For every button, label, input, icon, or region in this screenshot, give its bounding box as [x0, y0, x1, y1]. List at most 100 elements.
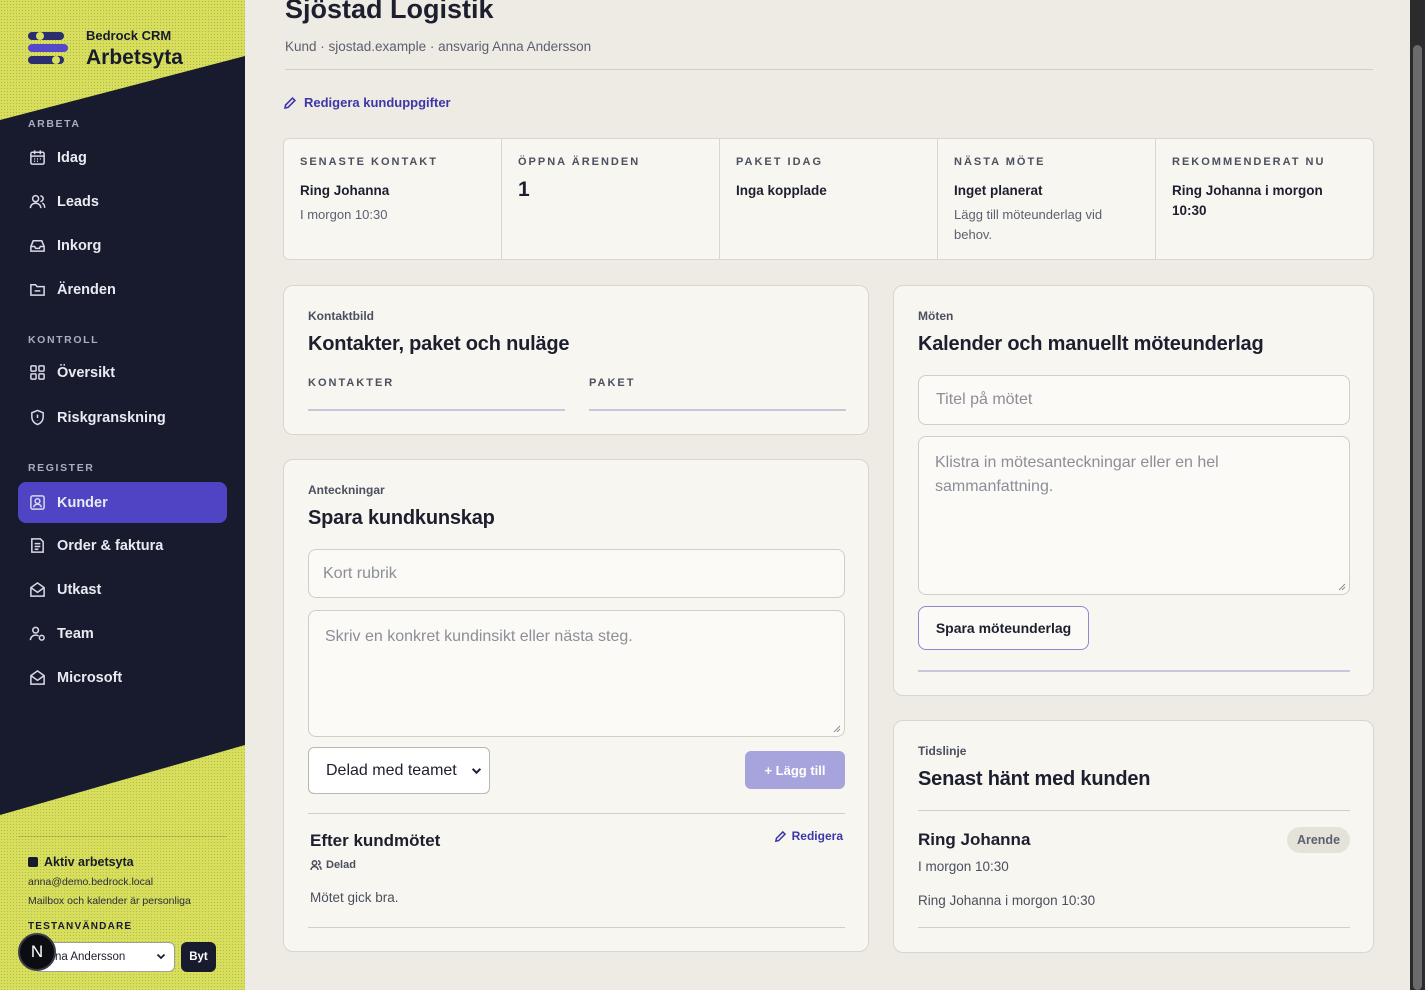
sidebar-item-label: Microsoft — [57, 669, 123, 686]
test-users-label: TESTANVÄNDARE — [28, 921, 133, 932]
note-heading-input[interactable]: Kort rubrik — [308, 549, 845, 598]
timeline-card: Tidslinje Senast hänt med kunden Ring Jo… — [893, 720, 1374, 953]
stat-value: Ring Johanna — [300, 183, 390, 198]
edit-customer-link[interactable]: Redigera kunduppgifter — [283, 95, 451, 110]
note-tag-label: Delad — [326, 859, 356, 871]
notes-bottom-divider — [308, 927, 845, 928]
card-eyebrow: Tidslinje — [918, 744, 967, 758]
sidebar-item-microsoft[interactable]: Microsoft — [18, 657, 227, 698]
sidebar-item-kunder[interactable]: Kunder — [18, 482, 227, 523]
brand-subtitle: Bedrock CRM — [86, 28, 172, 43]
sidebar-item-riskgranskning[interactable]: Riskgranskning — [18, 397, 227, 438]
meeting-notes-placeholder: Klistra in mötesanteckningar eller en he… — [935, 454, 1219, 495]
sidebar-item-label: Utkast — [57, 581, 102, 598]
document-icon — [31, 538, 44, 553]
contacts-column-header: KONTAKTER — [308, 377, 395, 389]
notes-card: Anteckningar Spara kundkunskap Kort rubr… — [283, 459, 869, 952]
summary-stats: SENASTE KONTAKT Ring Johanna I morgon 10… — [283, 138, 1374, 260]
card-title: Kalender och manuellt möteunderlag — [918, 333, 1264, 355]
card-title: Spara kundkunskap — [308, 507, 495, 529]
page-title: Sjöstad Logistik — [285, 0, 494, 24]
workspace-email: anna@demo.bedrock.local — [28, 876, 154, 888]
stat-value: Inget planerat — [954, 183, 1043, 198]
stat-packages-today: PAKET IDAG Inga kopplade — [720, 139, 938, 259]
pencil-icon — [774, 830, 786, 842]
note-body: Mötet gick bra. — [310, 890, 399, 905]
stat-label: REKOMMENDERAT NU — [1172, 156, 1326, 168]
resize-handle-icon[interactable] — [832, 724, 841, 733]
stat-note: Lägg till möteunderlag vid behov. — [954, 207, 1103, 242]
scrollbar-thumb[interactable] — [1413, 45, 1422, 990]
stat-open-cases: ÖPPNA ÄRENDEN 1 — [502, 139, 720, 259]
stat-recommended: REKOMMENDERAT NU Ring Johanna i morgon 1… — [1156, 139, 1373, 259]
users-icon — [29, 194, 46, 209]
stat-label: ÖPPNA ÄRENDEN — [518, 156, 641, 168]
edit-note-link[interactable]: Redigera — [774, 829, 843, 843]
notes-divider — [308, 813, 845, 814]
timeline-item-title: Ring Johanna — [918, 830, 1031, 849]
card-eyebrow: Möten — [918, 309, 954, 323]
nav-section-arbeta: ARBETA — [28, 118, 81, 130]
card-eyebrow: Kontaktbild — [308, 309, 374, 323]
visibility-select[interactable]: Delad med teamet — [308, 747, 490, 794]
sidebar-item-idag[interactable]: Idag — [18, 137, 227, 178]
workspace-square-icon — [28, 857, 38, 867]
brand-title: Arbetsyta — [86, 46, 183, 69]
contact-card-icon — [30, 495, 45, 510]
packages-column-divider — [589, 409, 846, 411]
visibility-value: Delad med teamet — [326, 761, 457, 779]
sidebar-item-label: Order & faktura — [57, 537, 164, 554]
sidebar-item-arenden[interactable]: Ärenden — [18, 269, 227, 310]
stat-value: Inga kopplade — [736, 183, 827, 198]
stat-value: Ring Johanna i morgon 10:30 — [1172, 183, 1323, 218]
add-note-button[interactable]: + Lägg till — [745, 751, 845, 789]
meeting-title-input[interactable]: Titel på mötet — [918, 375, 1350, 425]
page-subtitle: Kund · sjostad.example · ansvarig Anna A… — [285, 39, 592, 54]
note-body-placeholder: Skriv en konkret kundinsikt eller nästa … — [325, 628, 633, 645]
inbox-icon — [30, 240, 45, 252]
sidebar-item-order-faktura[interactable]: Order & faktura — [18, 525, 227, 566]
sidebar-divider — [18, 836, 227, 837]
brand[interactable]: Bedrock CRM Arbetsyta — [28, 28, 183, 70]
page-scrollbar[interactable] — [1410, 0, 1425, 990]
timeline-item-description: Ring Johanna i morgon 10:30 — [918, 893, 1096, 908]
active-workspace: Aktiv arbetsyta — [28, 855, 134, 869]
pencil-icon — [283, 96, 297, 109]
timeline-divider — [918, 810, 1350, 811]
sidebar-item-label: Leads — [57, 193, 99, 210]
nav-section-register: REGISTER — [28, 462, 95, 474]
timeline-bottom-divider — [918, 927, 1350, 928]
user-initial-badge[interactable]: N — [18, 933, 56, 971]
edit-customer-label: Redigera kunduppgifter — [304, 95, 451, 110]
card-eyebrow: Anteckningar — [308, 483, 385, 497]
save-meeting-button[interactable]: Spara möteunderlag — [918, 606, 1089, 650]
meeting-notes-textarea[interactable]: Klistra in mötesanteckningar eller en he… — [918, 436, 1350, 595]
sidebar-item-leads[interactable]: Leads — [18, 181, 227, 222]
sidebar-item-label: Inkorg — [57, 237, 102, 254]
sidebar-item-label: Ärenden — [57, 281, 116, 298]
sidebar-item-label: Idag — [57, 149, 87, 166]
sidebar-item-oversikt[interactable]: Översikt — [18, 352, 227, 393]
shield-icon — [31, 409, 44, 426]
chevron-down-icon — [156, 953, 166, 960]
stat-label: NÄSTA MÖTE — [954, 156, 1046, 168]
envelope-icon — [30, 669, 45, 685]
meetings-card: Möten Kalender och manuellt möteunderlag… — [893, 285, 1374, 696]
resize-handle-icon[interactable] — [1337, 582, 1346, 591]
note-title: Efter kundmötet — [310, 831, 441, 850]
calendar-icon — [30, 150, 45, 165]
stat-label: PAKET IDAG — [736, 156, 824, 168]
stat-value: 1 — [518, 178, 530, 201]
edit-note-label: Redigera — [791, 829, 843, 843]
stat-latest-contact: SENASTE KONTAKT Ring Johanna I morgon 10… — [284, 139, 502, 259]
sidebar-item-team[interactable]: Team — [18, 613, 227, 654]
contacts-column-divider — [308, 409, 565, 411]
active-workspace-label: Aktiv arbetsyta — [44, 855, 134, 869]
brand-logo-icon — [28, 28, 70, 70]
stat-label: SENASTE KONTAKT — [300, 156, 438, 168]
note-body-textarea[interactable]: Skriv en konkret kundinsikt eller nästa … — [308, 610, 845, 737]
sidebar-item-inkorg[interactable]: Inkorg — [18, 225, 227, 266]
switch-user-button[interactable]: Byt — [181, 942, 216, 972]
stat-note: I morgon 10:30 — [300, 207, 388, 222]
sidebar-item-utkast[interactable]: Utkast — [18, 569, 227, 610]
